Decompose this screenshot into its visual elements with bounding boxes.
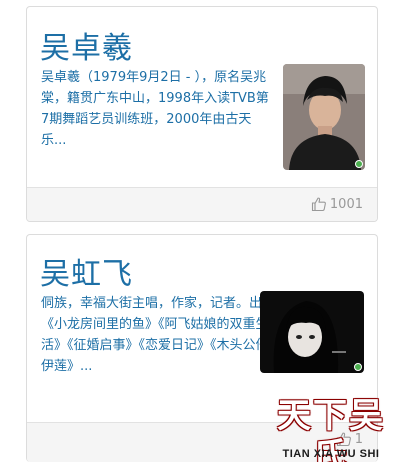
- status-dot: [354, 363, 362, 371]
- status-dot: [355, 160, 363, 168]
- person-portrait-icon: [283, 64, 365, 170]
- person-card[interactable]: 吴卓羲 吴卓羲（1979年9月2日 - ），原名吴兆棠，籍贯广东中山，1998年…: [26, 6, 378, 222]
- person-portrait-icon: [260, 291, 364, 373]
- site-watermark-logo: 天下吴氏 TIAN XIA WU SHI: [266, 396, 396, 462]
- card-title[interactable]: 吴虹飞: [40, 249, 133, 293]
- person-photo[interactable]: [283, 64, 365, 170]
- like-button[interactable]: 1001: [311, 196, 363, 212]
- watermark-english: TIAN XIA WU SHI: [282, 448, 380, 460]
- thumbs-up-icon: [311, 196, 327, 212]
- card-title[interactable]: 吴卓羲: [40, 23, 133, 67]
- card-description: 吴卓羲（1979年9月2日 - ），原名吴兆棠，籍贯广东中山，1998年入读TV…: [41, 70, 269, 148]
- card-description: 侗族，幸福大街主唱，作家，记者。出版《小龙房间里的鱼》《阿飞姑娘的双重生活》《征…: [41, 296, 276, 374]
- like-count: 1001: [329, 196, 363, 212]
- card-footer: 1001: [27, 187, 377, 221]
- person-photo[interactable]: [260, 291, 364, 373]
